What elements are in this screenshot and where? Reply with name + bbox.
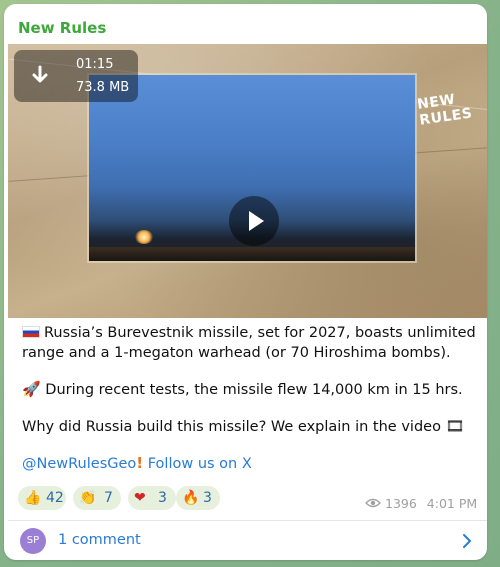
video-file-size: 73.8 MB — [76, 80, 130, 95]
eye-icon — [365, 498, 381, 508]
play-button[interactable] — [229, 196, 279, 246]
post-line-1: Russia’s Burevestnik missile, set for 20… — [22, 325, 476, 361]
post-paragraph-2: 🚀 During recent tests, the missile flew … — [22, 379, 482, 400]
play-icon — [249, 211, 264, 231]
video-duration: 01:15 — [76, 57, 114, 72]
thumbs-up-icon: 👍 — [24, 490, 42, 506]
reaction-heart[interactable]: ❤ 3 — [128, 486, 176, 510]
heart-icon: ❤ — [134, 490, 146, 506]
watermark-logo: NEW RULES — [416, 91, 474, 129]
post-line-2: During recent tests, the missile flew 14… — [45, 382, 463, 398]
download-arrow-icon[interactable] — [30, 65, 50, 87]
handle-link[interactable]: @NewRulesGeo — [22, 456, 136, 472]
exclamation-icon: ! — [136, 454, 144, 472]
reaction-count: 7 — [104, 490, 113, 506]
fire-icon: 🔥 — [182, 490, 200, 506]
chevron-right-icon[interactable] — [462, 533, 472, 549]
message-text: Russia’s Burevestnik missile, set for 20… — [22, 323, 482, 490]
reaction-count: 3 — [203, 490, 212, 506]
post-paragraph-3: Why did Russia build this missile? We ex… — [22, 416, 482, 437]
reaction-fire[interactable]: 🔥 3 — [176, 486, 220, 510]
russia-flag-icon — [22, 326, 40, 338]
post-line-3: Why did Russia build this missile? We ex… — [22, 419, 441, 435]
film-icon: 🎞 — [445, 417, 465, 435]
reaction-thumbs-up[interactable]: 👍 42 — [18, 486, 66, 510]
post-paragraph-4: @NewRulesGeo! Follow us on X — [22, 453, 482, 474]
follow-link[interactable]: Follow us on X — [148, 456, 252, 472]
missile-launch-flash — [135, 230, 153, 244]
reaction-clap[interactable]: 👏 7 — [73, 486, 121, 510]
download-badge[interactable]: 01:15 73.8 MB — [14, 50, 138, 102]
avatar: SP — [20, 528, 46, 554]
reaction-count: 3 — [158, 490, 167, 506]
comments-link[interactable]: 1 comment — [58, 532, 141, 548]
reaction-count: 42 — [46, 490, 64, 506]
message-time: 4:01 PM — [426, 496, 478, 511]
horizon-ground — [89, 247, 415, 261]
post-paragraph-1: Russia’s Burevestnik missile, set for 20… — [22, 323, 482, 363]
clap-icon: 👏 — [79, 490, 97, 506]
message-bubble: New Rules NEW RULES 01:15 73.8 MB Russia… — [4, 4, 487, 560]
message-meta: 1396 4:01 PM — [365, 496, 477, 511]
divider — [8, 520, 487, 521]
channel-name[interactable]: New Rules — [18, 19, 106, 37]
rocket-icon: 🚀 — [22, 380, 41, 398]
view-count: 1396 — [385, 496, 417, 511]
